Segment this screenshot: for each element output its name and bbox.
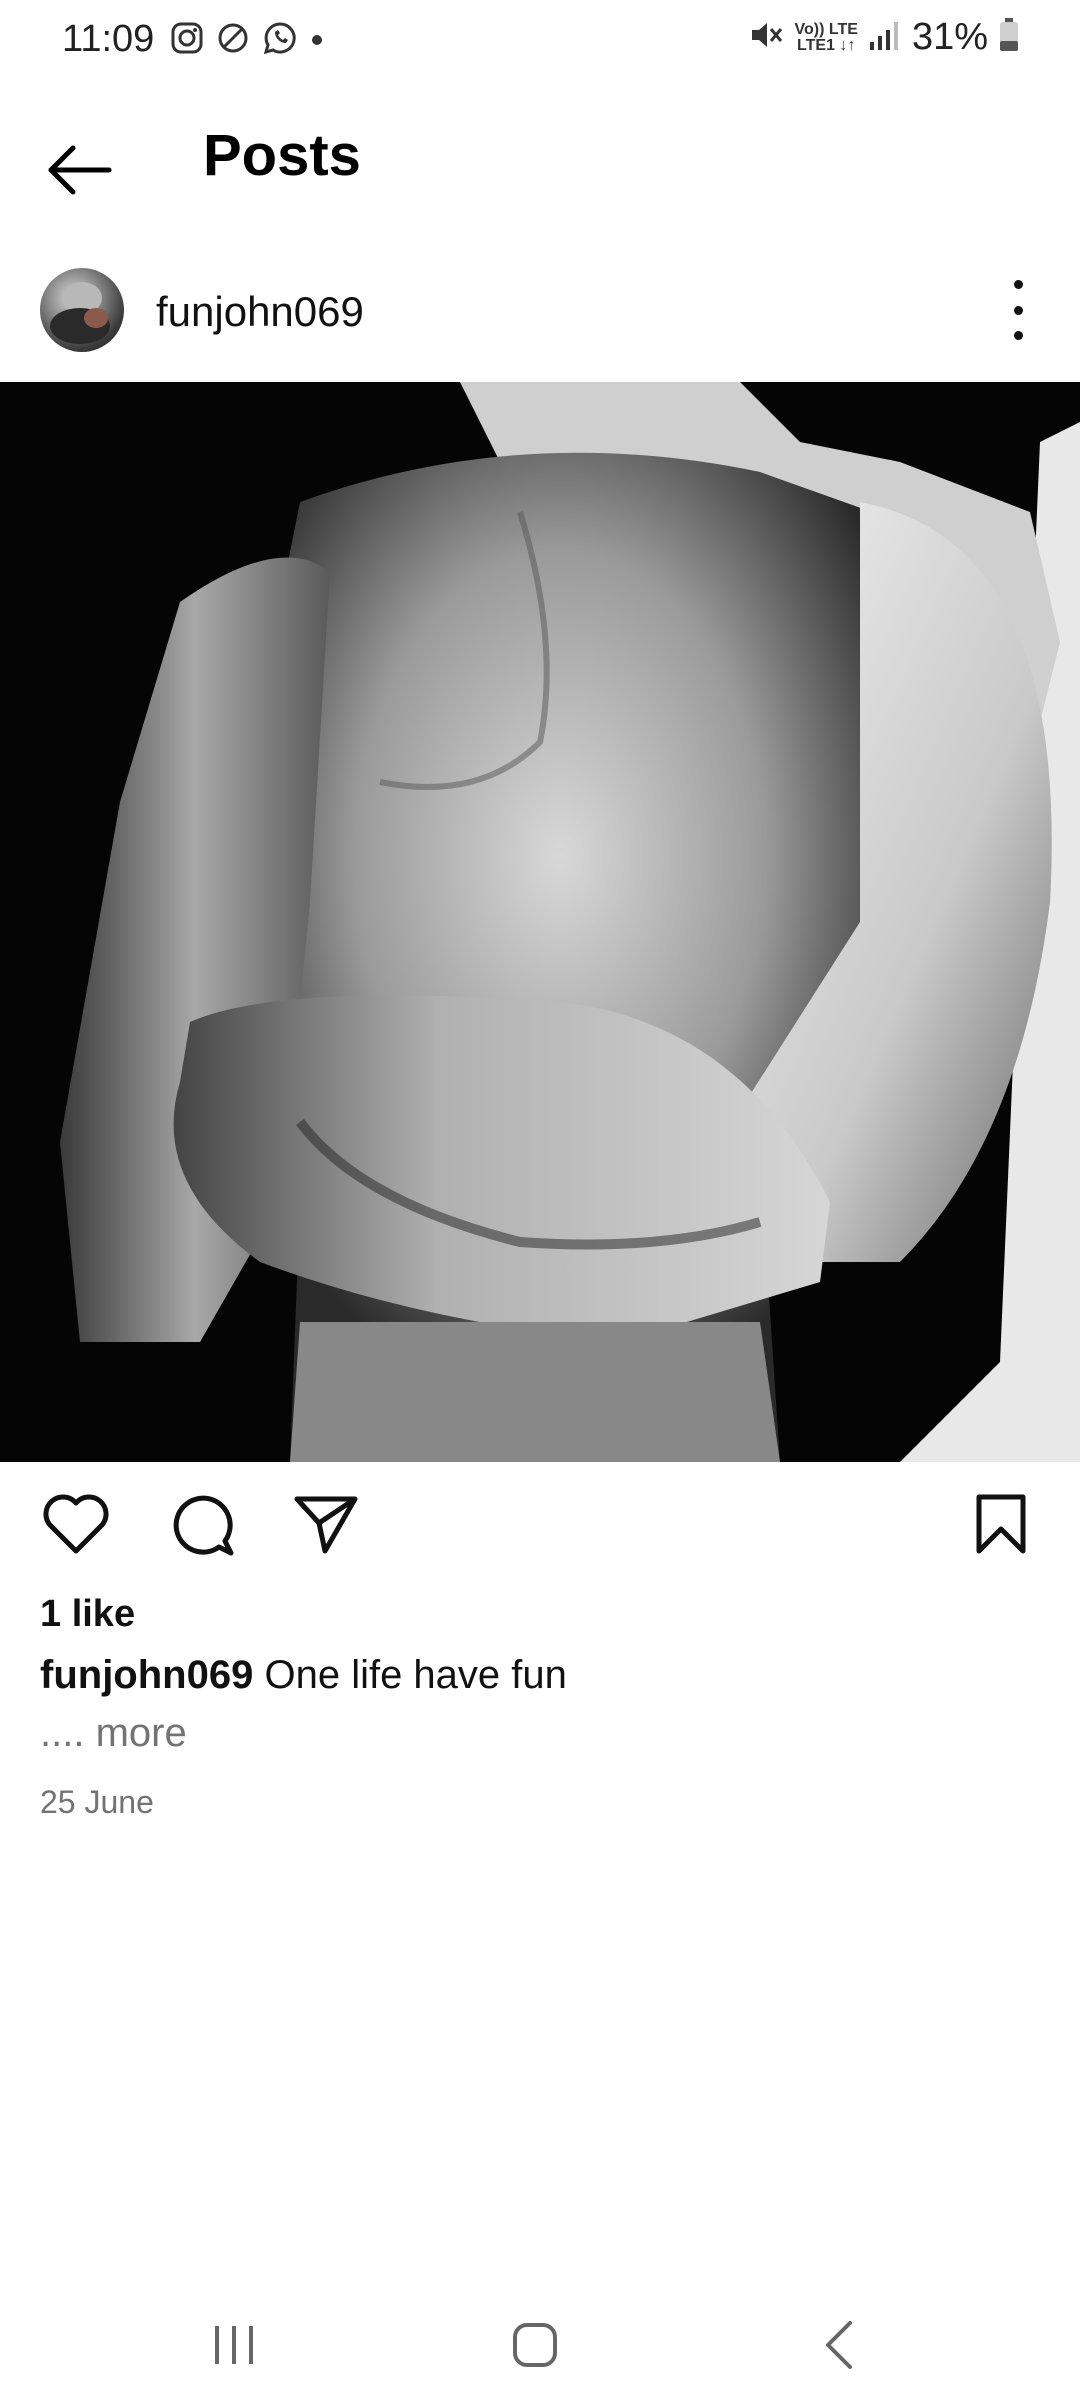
dot-icon xyxy=(310,21,324,60)
do-not-disturb-icon xyxy=(216,21,250,60)
post-actions xyxy=(0,1488,1080,1568)
like-button[interactable] xyxy=(40,1488,112,1560)
status-notification-icons xyxy=(170,20,324,61)
save-button[interactable] xyxy=(965,1488,1037,1560)
instagram-icon xyxy=(170,21,204,60)
signal-icon xyxy=(868,18,902,57)
post-date: 25 June xyxy=(40,1784,154,1820)
status-bar: 11:09 Vo)) LTE LTE1 ↓↑ 31% xyxy=(0,0,1080,80)
send-icon xyxy=(294,1496,358,1554)
more-vertical-dot xyxy=(1013,331,1023,340)
page-title: Posts xyxy=(203,123,361,188)
comment-icon xyxy=(173,1495,234,1556)
battery-percentage: 31% xyxy=(911,16,988,58)
status-time: 11:09 xyxy=(62,18,155,60)
back-button[interactable] xyxy=(40,130,120,210)
more-vertical-dot xyxy=(1013,305,1023,315)
volte-indicator: Vo)) LTE LTE1 ↓↑ xyxy=(794,20,858,54)
caption-text: One life have fun xyxy=(264,1653,567,1697)
post-caption: funjohn069 One life have fun xyxy=(40,1653,567,1698)
volte-label: Vo)) LTE xyxy=(794,20,858,38)
caption-username[interactable]: funjohn069 xyxy=(40,1653,253,1697)
chevron-left-icon xyxy=(826,2321,852,2369)
status-system-icons: Vo)) LTE LTE1 ↓↑ 31% xyxy=(747,16,1020,59)
mute-icon xyxy=(747,16,785,59)
more-options-button[interactable] xyxy=(998,280,1038,340)
whatsapp-icon xyxy=(262,20,298,61)
post-image[interactable] xyxy=(0,382,1080,1462)
home-icon xyxy=(513,2323,557,2367)
heart-icon xyxy=(43,1494,109,1554)
recent-apps-icon xyxy=(215,2326,253,2364)
like-count[interactable]: 1 like xyxy=(40,1593,135,1636)
comment-button[interactable] xyxy=(166,1488,238,1560)
caption-more-link[interactable]: .... more xyxy=(40,1711,187,1756)
arrow-left-icon xyxy=(48,145,112,195)
post-header: funjohn069 xyxy=(0,262,1080,362)
top-app-bar: Posts xyxy=(0,110,1080,210)
avatar[interactable] xyxy=(40,268,124,352)
more-vertical-icon xyxy=(1013,280,1023,289)
recent-apps-button[interactable] xyxy=(194,2310,274,2380)
post-username[interactable]: funjohn069 xyxy=(156,288,364,336)
system-navigation-bar xyxy=(0,2280,1080,2400)
system-back-button[interactable] xyxy=(800,2310,880,2380)
share-button[interactable] xyxy=(290,1488,362,1560)
bookmark-icon xyxy=(976,1494,1026,1554)
battery-icon xyxy=(998,17,1020,58)
home-button[interactable] xyxy=(495,2310,575,2380)
lte-label: LTE1 ↓↑ xyxy=(797,36,856,54)
